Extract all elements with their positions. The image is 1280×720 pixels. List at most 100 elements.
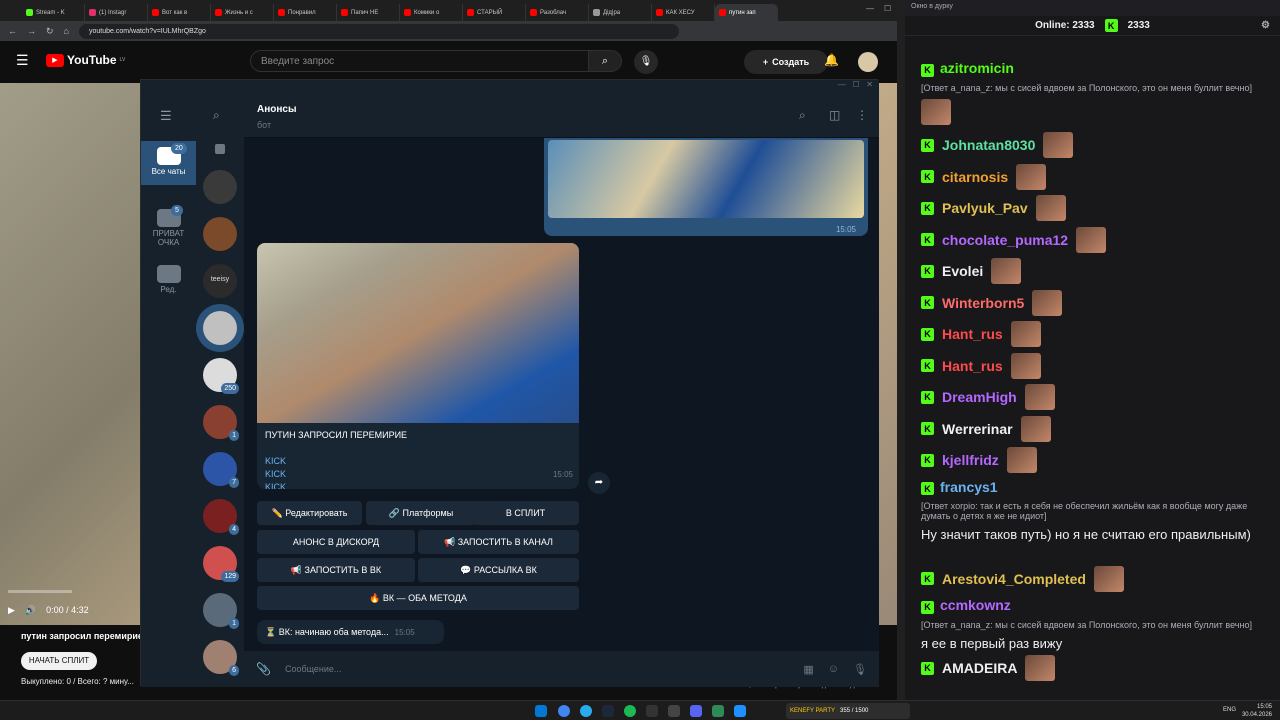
- more-icon[interactable]: ⋮: [856, 108, 868, 122]
- app-icon[interactable]: [734, 705, 746, 717]
- split-button[interactable]: В СПЛИТ: [472, 501, 579, 525]
- search-icon[interactable]: ⌕: [213, 108, 220, 123]
- browser-tab[interactable]: Разоблач: [526, 4, 589, 21]
- forward-icon[interactable]: →: [27, 26, 36, 36]
- chat-username[interactable]: kjellfridz: [942, 452, 999, 468]
- kenefy-widget[interactable]: KENEFY PARTY 355 / 1500: [786, 703, 910, 719]
- attach-icon[interactable]: 📎: [256, 662, 271, 676]
- chat-avatar[interactable]: 129: [203, 546, 239, 582]
- discord-button[interactable]: АНОНС В ДИСКОРД: [257, 530, 415, 554]
- browser-tab[interactable]: Stream - K: [22, 4, 85, 21]
- reload-icon[interactable]: ↻: [46, 26, 54, 37]
- chat-username[interactable]: francys1: [940, 479, 998, 495]
- minimize-icon[interactable]: —: [866, 4, 874, 13]
- kick-link[interactable]: KICK: [265, 481, 407, 489]
- both-methods-button[interactable]: 🔥 ВК — ОБА МЕТОДА: [257, 586, 579, 610]
- chat-username[interactable]: Evolei: [942, 263, 983, 279]
- mic-icon[interactable]: 🎙: [853, 663, 867, 676]
- outgoing-photo-message[interactable]: 15:05: [544, 138, 868, 236]
- photo[interactable]: [548, 140, 864, 218]
- browser-tab[interactable]: путин зап: [715, 4, 778, 21]
- kick-link[interactable]: KICK: [265, 468, 407, 481]
- app-icon[interactable]: [712, 705, 724, 717]
- vk-mailing-button[interactable]: 💬 РАССЫЛКА ВК: [418, 558, 579, 582]
- steam-icon[interactable]: [602, 705, 614, 717]
- chat-username[interactable]: Arestovi4_Completed: [942, 571, 1086, 587]
- search-icon[interactable]: ⌕: [799, 108, 806, 123]
- browser-tab[interactable]: КАК ХЕСУ: [652, 4, 715, 21]
- main-menu-icon[interactable]: ☰: [160, 108, 172, 124]
- chat-avatar[interactable]: [203, 217, 237, 251]
- progress-bar[interactable]: [8, 590, 72, 593]
- folder-item[interactable]: Ред.: [141, 259, 196, 299]
- platforms-button[interactable]: 🔗 Платформы: [366, 501, 476, 525]
- mic-icon[interactable]: 🎙: [634, 50, 658, 74]
- photo[interactable]: [257, 243, 579, 423]
- avatar[interactable]: [858, 52, 878, 72]
- search-input[interactable]: Введите запрос: [250, 50, 590, 72]
- browser-tab[interactable]: (1) Instagr: [85, 4, 148, 21]
- message-input[interactable]: Сообщение...: [285, 664, 791, 674]
- incoming-photo-message[interactable]: ПУТИН ЗАПРОСИЛ ПЕРЕМИРИЕ KICK KICK KICK …: [257, 243, 579, 489]
- youtube-logo[interactable]: ▶ YouTube LV: [46, 53, 125, 67]
- chat-avatar[interactable]: teeisy: [203, 264, 237, 298]
- spotify-icon[interactable]: [624, 705, 636, 717]
- chat-username[interactable]: Pavlyuk_Pav: [942, 200, 1028, 216]
- chat-avatar[interactable]: 1: [203, 405, 239, 441]
- volume-icon[interactable]: 🔊: [25, 605, 36, 616]
- create-button[interactable]: + Создать: [744, 50, 828, 74]
- emoji-icon[interactable]: ☺: [828, 663, 839, 675]
- maximize-icon[interactable]: ☐: [884, 4, 891, 13]
- browser-tab[interactable]: Вот как в: [148, 4, 211, 21]
- chat-username[interactable]: ccmkownz: [940, 597, 1011, 613]
- chat-username[interactable]: Winterborn5: [942, 295, 1024, 311]
- browser-tab[interactable]: Дід|ра: [589, 4, 652, 21]
- edit-button[interactable]: ✏️ Редактировать: [257, 501, 362, 525]
- chat-header[interactable]: Анонсы бот ⌕ ◫ ⋮: [244, 96, 879, 138]
- kick-link[interactable]: KICK: [265, 455, 407, 468]
- folder-item[interactable]: Все чаты 20: [141, 141, 196, 185]
- start-split-button[interactable]: НАЧАТЬ СПЛИТ: [21, 652, 97, 670]
- browser-tab[interactable]: Жизнь и с: [211, 4, 274, 21]
- chat-avatar[interactable]: [203, 311, 237, 345]
- telegram-icon[interactable]: [580, 705, 592, 717]
- obs-icon[interactable]: [646, 705, 658, 717]
- play-icon[interactable]: ▶: [8, 605, 15, 616]
- url-field[interactable]: youtube.com/watch?v=IULMhrQBZgo: [78, 23, 679, 39]
- lang-indicator[interactable]: ENG: [1223, 707, 1236, 713]
- folder-item[interactable]: ПРИВАТ ОЧКА 5: [141, 203, 196, 255]
- chat-avatar[interactable]: 4: [203, 499, 239, 535]
- search-icon[interactable]: ⌕: [588, 50, 622, 72]
- browser-tab[interactable]: Комики о: [400, 4, 463, 21]
- chat-username[interactable]: DreamHigh: [942, 389, 1017, 405]
- discord-icon[interactable]: [690, 705, 702, 717]
- chat-avatar[interactable]: 7: [203, 452, 239, 488]
- chat-avatar[interactable]: 1: [203, 593, 239, 629]
- back-icon[interactable]: ←: [8, 26, 17, 36]
- settings-icon[interactable]: ⚙: [1261, 20, 1270, 31]
- vk-button[interactable]: 📢 ЗАПОСТИТЬ В ВК: [257, 558, 415, 582]
- archive-icon[interactable]: [215, 144, 225, 154]
- chat-username[interactable]: azitromicin: [940, 60, 1014, 76]
- chat-username[interactable]: citarnosis: [942, 169, 1008, 185]
- browser-tab[interactable]: Папич НЕ: [337, 4, 400, 21]
- start-icon[interactable]: [535, 705, 547, 717]
- bell-icon[interactable]: 🔔: [824, 53, 839, 67]
- home-icon[interactable]: ⌂: [64, 26, 69, 36]
- forward-icon[interactable]: ➦: [588, 472, 610, 494]
- browser-tab[interactable]: СТАРЫЙ: [463, 4, 526, 21]
- chat-avatar[interactable]: 6: [203, 640, 239, 676]
- chat-username[interactable]: Hant_rus: [942, 358, 1003, 374]
- menu-icon[interactable]: ☰: [16, 52, 29, 69]
- bot-commands-icon[interactable]: ▦: [803, 663, 813, 676]
- chrome-icon[interactable]: [558, 705, 570, 717]
- chat-username[interactable]: Werrerinar: [942, 421, 1013, 437]
- clock[interactable]: 15:05 30.04.2026: [1242, 703, 1272, 719]
- chat-avatar[interactable]: [203, 170, 237, 204]
- chat-avatar[interactable]: 250: [203, 358, 239, 394]
- sidebar-toggle-icon[interactable]: ◫: [829, 108, 840, 122]
- browser-tab[interactable]: Понравил: [274, 4, 337, 21]
- chat-username[interactable]: AMADEIRA: [942, 660, 1017, 676]
- channel-button[interactable]: 📢 ЗАПОСТИТЬ В КАНАЛ: [418, 530, 579, 554]
- chat-username[interactable]: Johnatan8030: [942, 137, 1035, 153]
